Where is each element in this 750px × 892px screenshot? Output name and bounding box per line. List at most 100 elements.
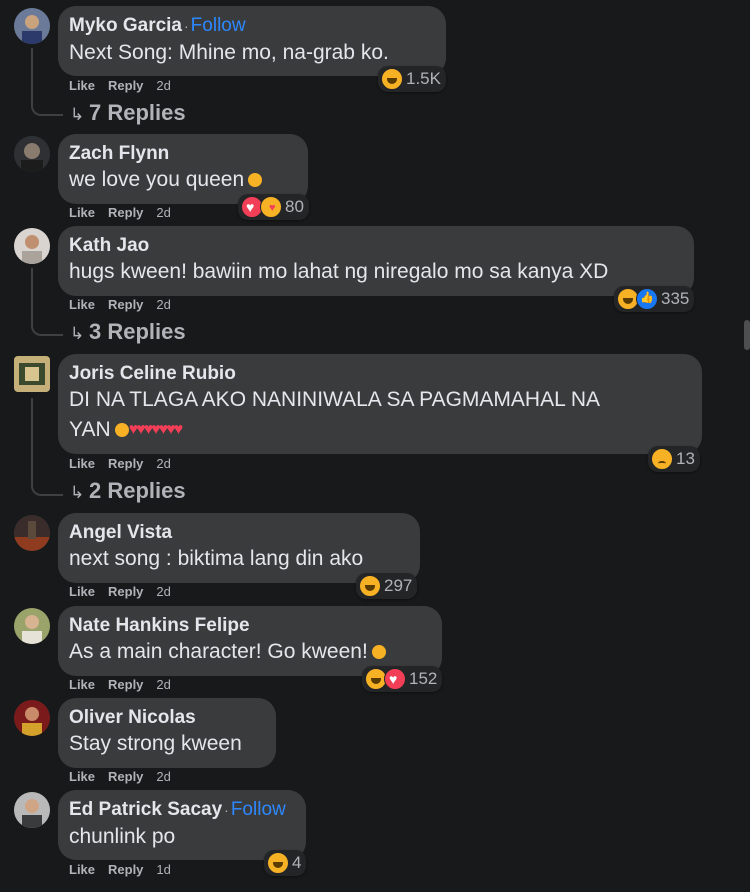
separator-dot: ·: [184, 18, 189, 34]
commenter-name[interactable]: Ed Patrick Sacay: [69, 799, 222, 820]
like-button[interactable]: Like: [69, 584, 95, 599]
replies-count: 2 Replies: [88, 478, 186, 503]
comment-actions: Like Reply 2d: [69, 456, 184, 471]
comment-actions: Like Reply 2d: [69, 205, 184, 220]
comment-bubble: Kath Jao hugs kween! bawiin mo lahat ng …: [58, 226, 694, 296]
reaction-count: 13: [676, 449, 695, 468]
sad-reaction-icon: [651, 448, 673, 470]
view-replies-link[interactable]: ↳ 2 Replies: [70, 478, 186, 504]
comment-text: Next Song: Mhine mo, na-grab ko.: [69, 41, 389, 64]
comment-text: chunlink po: [69, 825, 176, 848]
comment-text: DI NA TLAGA AKO NANINIWALA SA PAGMAMAHAL…: [69, 388, 600, 411]
like-button[interactable]: Like: [69, 862, 95, 877]
commenter-name[interactable]: Kath Jao: [69, 235, 149, 256]
comment-actions: Like Reply 2d: [69, 297, 184, 312]
follow-button[interactable]: Follow: [191, 15, 246, 36]
avatar[interactable]: [14, 8, 50, 44]
timestamp[interactable]: 1d: [156, 862, 170, 877]
comment-actions: Like Reply 1d: [69, 862, 184, 877]
reaction-summary[interactable]: 152: [362, 666, 443, 692]
comment-bubble: Ed Patrick Sacay · Follow chunlink po: [58, 790, 306, 860]
timestamp[interactable]: 2d: [156, 584, 170, 599]
reply-button[interactable]: Reply: [108, 677, 143, 692]
follow-button[interactable]: Follow: [231, 799, 286, 820]
timestamp[interactable]: 2d: [156, 297, 170, 312]
reply-button[interactable]: Reply: [108, 456, 143, 471]
comment-actions: Like Reply 2d: [69, 584, 184, 599]
commenter-name[interactable]: Angel Vista: [69, 522, 172, 543]
avatar[interactable]: [14, 356, 50, 392]
reply-button[interactable]: Reply: [108, 205, 143, 220]
like-button[interactable]: Like: [69, 456, 95, 471]
avatar[interactable]: [14, 700, 50, 736]
comment-text: As a main character! Go kween!: [69, 640, 368, 663]
reaction-count: 4: [292, 853, 302, 872]
reaction-count: 152: [409, 669, 438, 688]
timestamp[interactable]: 2d: [156, 78, 170, 93]
replies-count: 7 Replies: [88, 100, 186, 125]
timestamp[interactable]: 2d: [156, 205, 170, 220]
reaction-count: 297: [384, 576, 413, 595]
reply-arrow-icon: ↳: [70, 105, 89, 124]
comment-text: hugs kween! bawiin mo lahat ng niregalo …: [69, 260, 609, 283]
replies-count: 3 Replies: [88, 319, 186, 344]
avatar[interactable]: [14, 515, 50, 551]
separator-dot: ·: [224, 802, 229, 818]
like-button[interactable]: Like: [69, 677, 95, 692]
pleading-face-icon: [248, 173, 263, 188]
comment-actions: Like Reply 2d: [69, 769, 184, 784]
comment-text: we love you queen: [69, 168, 245, 191]
avatar[interactable]: [14, 228, 50, 264]
comment-text: next song : biktima lang din ako: [69, 547, 364, 570]
like-button[interactable]: Like: [69, 769, 95, 784]
haha-reaction-icon: [267, 852, 289, 874]
reaction-summary[interactable]: 13: [648, 446, 700, 472]
haha-reaction-icon: [381, 68, 403, 90]
reply-button[interactable]: Reply: [108, 78, 143, 93]
reaction-summary[interactable]: 297: [356, 573, 418, 599]
reply-button[interactable]: Reply: [108, 297, 143, 312]
reaction-summary[interactable]: 335: [614, 286, 695, 312]
haha-reaction-icon: [359, 575, 381, 597]
comment-bubble: Oliver Nicolas Stay strong kween: [58, 698, 276, 768]
reaction-summary[interactable]: 1.5K: [378, 66, 446, 92]
comment-bubble: Joris Celine Rubio DI NA TLAGA AKO NANIN…: [58, 354, 702, 454]
reply-arrow-icon: ↳: [70, 324, 89, 343]
broken-hearts-icon: ♥♥♥♥♥♥♥: [128, 421, 183, 439]
reaction-summary[interactable]: 4: [264, 850, 307, 876]
like-button[interactable]: Like: [69, 297, 95, 312]
commenter-name[interactable]: Joris Celine Rubio: [69, 363, 236, 384]
comment-text: Stay strong kween: [69, 732, 242, 755]
comment-actions: Like Reply 2d: [69, 78, 184, 93]
reaction-count: 1.5K: [406, 69, 441, 88]
care-reaction-icon: [260, 196, 282, 218]
reaction-count: 80: [285, 197, 304, 216]
reply-button[interactable]: Reply: [108, 584, 143, 599]
timestamp[interactable]: 2d: [156, 769, 170, 784]
like-button[interactable]: Like: [69, 78, 95, 93]
reply-button[interactable]: Reply: [108, 862, 143, 877]
avatar[interactable]: [14, 136, 50, 172]
reaction-summary[interactable]: 80: [238, 194, 309, 220]
comment-text-line2: YAN: [69, 418, 111, 441]
reaction-count: 335: [661, 289, 690, 308]
timestamp[interactable]: 2d: [156, 456, 170, 471]
sad-face-icon: [114, 423, 129, 438]
commenter-name[interactable]: Zach Flynn: [69, 143, 169, 164]
like-reaction-icon: [636, 288, 658, 310]
view-replies-link[interactable]: ↳ 3 Replies: [70, 319, 186, 345]
avatar[interactable]: [14, 792, 50, 828]
view-replies-link[interactable]: ↳ 7 Replies: [70, 100, 186, 126]
reply-arrow-icon: ↳: [70, 483, 89, 502]
sweat-smile-icon: [371, 645, 386, 660]
like-button[interactable]: Like: [69, 205, 95, 220]
love-reaction-icon: [384, 668, 406, 690]
scrollbar[interactable]: [744, 320, 750, 350]
commenter-name[interactable]: Nate Hankins Felipe: [69, 615, 250, 636]
commenter-name[interactable]: Myko Garcia: [69, 15, 182, 36]
commenter-name[interactable]: Oliver Nicolas: [69, 707, 196, 728]
avatar[interactable]: [14, 608, 50, 644]
comment-actions: Like Reply 2d: [69, 677, 184, 692]
timestamp[interactable]: 2d: [156, 677, 170, 692]
reply-button[interactable]: Reply: [108, 769, 143, 784]
